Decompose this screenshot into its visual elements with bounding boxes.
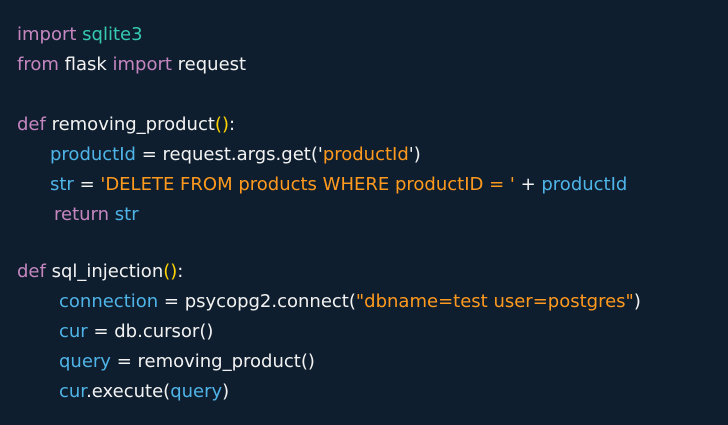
code-token: ) (633, 291, 641, 312)
code-token: () (214, 114, 229, 135)
code-token: productId (541, 174, 628, 195)
code-token: = removing_product() (110, 351, 315, 372)
code-line: query = removing_product() (59, 347, 315, 377)
code-token: 'DELETE FROM products WHERE productID = … (100, 174, 515, 195)
code-line: return str (54, 200, 139, 230)
code-token: str (50, 174, 74, 195)
code-token: cur (59, 381, 87, 402)
code-token: cur (59, 321, 88, 342)
code-token: = db.cursor() (87, 321, 214, 342)
code-token: productId (50, 144, 136, 165)
code-token: import (112, 54, 172, 75)
code-token: "dbname=test user=postgres" (355, 291, 634, 312)
code-editor: import sqlite3 from flask import request d… (0, 0, 728, 425)
code-token: import (17, 24, 77, 45)
code-token: ) (222, 381, 230, 402)
code-token: request (171, 54, 247, 75)
code-token: def (17, 261, 46, 282)
code-line: cur = db.cursor() (59, 317, 213, 347)
code-token: def (17, 114, 46, 135)
code-line: productId = request.args.get('productId'… (50, 140, 421, 170)
code-line: cur.execute(query) (59, 377, 229, 407)
code-token: : (228, 114, 236, 135)
code-token: removing_product (45, 114, 215, 135)
code-line: connection = psycopg2.connect("dbname=te… (59, 287, 641, 317)
code-line: from flask import request (17, 50, 246, 80)
code-token: connection (59, 291, 159, 312)
code-token: + (514, 174, 542, 195)
code-token: flask (58, 54, 113, 75)
code-line: def removing_product(): (17, 110, 235, 140)
code-token: .execute( (86, 381, 171, 402)
code-line: def sql_injection(): (17, 257, 183, 287)
code-line: import sqlite3 (17, 20, 143, 50)
code-token: ') (408, 144, 421, 165)
code-token: : (177, 261, 184, 282)
code-token: return (54, 204, 110, 225)
code-token: from (17, 54, 59, 75)
code-token: sql_injection (45, 261, 164, 282)
code-token: = psycopg2.connect( (158, 291, 356, 312)
code-token: query (170, 381, 223, 402)
code-token: productId (322, 144, 409, 165)
code-token: () (163, 261, 178, 282)
code-token: = request.args.get(' (135, 144, 323, 165)
code-token: query (59, 351, 111, 372)
code-line: str = 'DELETE FROM products WHERE produc… (50, 170, 627, 200)
code-token: = (73, 174, 101, 195)
code-token: str (114, 204, 139, 225)
code-token: sqlite3 (82, 24, 143, 45)
